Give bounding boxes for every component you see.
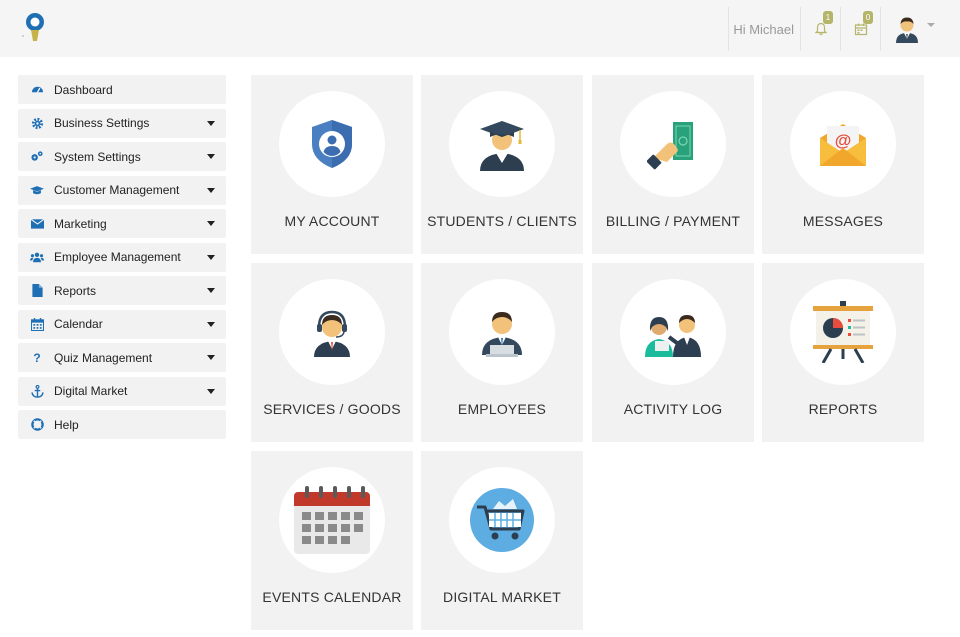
sidebar-item-label: Help <box>54 417 79 432</box>
sidebar-item-dashboard[interactable]: Dashboard <box>18 75 226 104</box>
sidebar-item-reports[interactable]: Reports <box>18 276 226 305</box>
sidebar-item-employee-management[interactable]: Employee Management <box>18 242 226 272</box>
graduation-cap-icon <box>30 183 44 197</box>
sidebar-item-calendar[interactable]: Calendar <box>18 309 226 339</box>
graduate-icon <box>480 121 524 171</box>
tile-icon-circle <box>620 279 726 385</box>
sidebar-item-label: Calendar <box>54 317 103 331</box>
tile-label: EVENTS CALENDAR <box>262 589 402 605</box>
lifebuoy-icon <box>30 418 44 432</box>
anchor-icon <box>30 384 44 398</box>
caret-down-icon <box>207 288 215 293</box>
sidebar-item-system-settings[interactable]: System Settings <box>18 142 226 171</box>
caret-down-icon <box>207 254 215 260</box>
tile-label: REPORTS <box>808 401 878 417</box>
sidebar-item-label: Dashboard <box>54 82 113 97</box>
tile-employees[interactable]: EMPLOYEES <box>421 263 583 442</box>
sidebar-item-label: System Settings <box>54 149 141 164</box>
sidebar-item-label: Digital Market <box>54 384 128 398</box>
tile-label: ACTIVITY LOG <box>623 401 723 417</box>
caret-down-icon <box>207 355 215 360</box>
shopping-cart-icon <box>470 488 534 552</box>
calendar-button[interactable]: 0 <box>840 7 880 51</box>
calendar-badge: 0 <box>863 11 873 24</box>
tile-label: MY ACCOUNT <box>284 213 380 229</box>
sidebar-item-label: Employee Management <box>54 250 181 264</box>
caret-down-icon <box>207 388 215 394</box>
tile-icon-circle <box>449 467 555 573</box>
tile-label: EMPLOYEES <box>457 401 547 417</box>
caret-down-icon <box>207 321 215 327</box>
tile-label: STUDENTS / CLIENTS <box>427 213 577 229</box>
sidebar-item-label: Quiz Management <box>54 350 153 365</box>
sidebar-item-label: Business Settings <box>54 116 150 130</box>
sidebar-item-label: Reports <box>54 283 97 298</box>
avatar <box>896 17 918 43</box>
notifications-button[interactable]: 1 <box>800 7 840 51</box>
envelope-icon <box>30 217 44 231</box>
user-greeting: Hi Michael <box>728 7 800 51</box>
chevron-down-icon <box>927 23 935 27</box>
sidebar-item-marketing[interactable]: Marketing <box>18 209 226 238</box>
caret-down-icon <box>207 154 215 159</box>
tile-students-clients[interactable]: STUDENTS / CLIENTS <box>421 75 583 254</box>
calendar-icon <box>30 317 44 331</box>
caret-down-icon <box>207 221 215 226</box>
tile-icon-circle <box>449 91 555 197</box>
calendar-icon <box>854 23 867 36</box>
top-bar-actions: Hi Michael 1 0 <box>728 7 960 51</box>
bell-icon <box>814 22 827 36</box>
tile-activity-log[interactable]: ACTIVITY LOG <box>592 263 754 442</box>
tile-my-account[interactable]: MY ACCOUNT <box>251 75 413 254</box>
tile-icon-circle <box>279 91 385 197</box>
bulb-logo[interactable] <box>18 10 52 44</box>
sidebar-item-help[interactable]: Help <box>18 410 226 439</box>
tile-digital-market[interactable]: DIGITAL MARKET <box>421 451 583 630</box>
sidebar-item-label: Marketing <box>54 216 107 231</box>
tile-icon-circle <box>790 279 896 385</box>
svg-text:@: @ <box>835 131 852 150</box>
sidebar-item-business-settings[interactable]: Business Settings <box>18 108 226 138</box>
tile-services-goods[interactable]: SERVICES / GOODS <box>251 263 413 442</box>
sidebar-item-quiz-management[interactable]: ? Quiz Management <box>18 343 226 372</box>
dashboard-icon <box>30 83 44 97</box>
caret-down-icon <box>207 120 215 126</box>
top-bar: Hi Michael 1 0 <box>0 0 960 57</box>
tile-reports[interactable]: REPORTS <box>762 263 924 442</box>
tile-events-calendar[interactable]: EVENTS CALENDAR <box>251 451 413 630</box>
tile-messages[interactable]: @ MESSAGES <box>762 75 924 254</box>
gear-icon <box>30 116 44 130</box>
sidebar-item-label: Customer Management <box>54 183 180 197</box>
users-icon <box>30 250 44 264</box>
tile-icon-circle: @ <box>790 91 896 197</box>
mail-at-icon: @ <box>820 124 866 166</box>
meeting-icon <box>645 315 701 357</box>
notifications-badge: 1 <box>823 11 833 24</box>
tile-label: DIGITAL MARKET <box>443 589 561 605</box>
file-icon <box>30 284 44 298</box>
gears-icon <box>30 150 44 164</box>
sidebar-menu: Dashboard Business Settings System Setti… <box>18 75 226 444</box>
tile-label: BILLING / PAYMENT <box>605 213 741 229</box>
tile-icon-circle <box>449 279 555 385</box>
tile-label: MESSAGES <box>802 213 884 229</box>
user-menu[interactable] <box>880 7 960 51</box>
tile-label: SERVICES / GOODS <box>263 401 401 417</box>
tile-icon-circle <box>279 279 385 385</box>
tile-icon-circle <box>620 91 726 197</box>
question-icon: ? <box>33 350 41 365</box>
caret-down-icon <box>207 187 215 193</box>
support-agent-icon <box>314 310 350 357</box>
employee-laptop-icon <box>482 312 522 357</box>
sidebar-item-customer-management[interactable]: Customer Management <box>18 175 226 205</box>
presentation-board-icon <box>813 301 873 363</box>
calendar-grid-icon <box>294 486 370 554</box>
tile-icon-circle <box>279 467 385 573</box>
tile-billing-payment[interactable]: BILLING / PAYMENT <box>592 75 754 254</box>
sidebar-item-digital-market[interactable]: Digital Market <box>18 376 226 406</box>
shield-user-icon <box>312 120 352 168</box>
payment-hand-icon <box>647 122 693 170</box>
